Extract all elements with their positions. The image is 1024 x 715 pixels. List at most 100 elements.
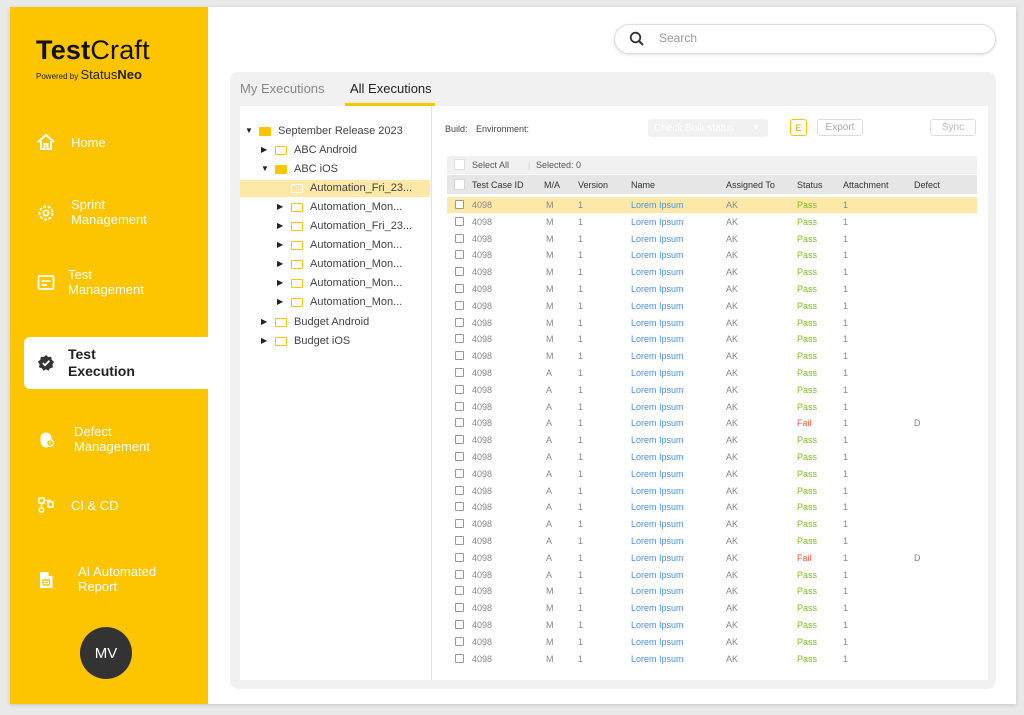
table-row[interactable]: 4098 A 1 Lorem Ipsum AK Pass 1: [447, 432, 977, 448]
cell-name-link[interactable]: Lorem Ipsum: [631, 486, 684, 496]
table-row[interactable]: 4098 A 1 Lorem Ipsum AK Fail 1 D: [447, 550, 977, 566]
row-checkbox[interactable]: [455, 284, 464, 293]
table-row[interactable]: 4098 A 1 Lorem Ipsum AK Pass 1: [447, 567, 977, 583]
tree-item[interactable]: ▶ Automation_Mon...: [240, 256, 430, 273]
table-row[interactable]: 4098 M 1 Lorem Ipsum AK Pass 1: [447, 634, 977, 650]
row-checkbox[interactable]: [455, 334, 464, 344]
cell-attachment[interactable]: 1: [843, 452, 848, 462]
cell-attachment[interactable]: 1: [843, 654, 848, 664]
sync-button[interactable]: Sync: [930, 119, 976, 136]
row-checkbox[interactable]: [455, 435, 464, 445]
cell-name-link[interactable]: Lorem Ipsum: [631, 318, 684, 328]
cell-name-link[interactable]: Lorem Ipsum: [631, 368, 684, 378]
cell-attachment[interactable]: 1: [843, 267, 848, 277]
row-checkbox[interactable]: [455, 300, 464, 310]
header-checkbox[interactable]: [454, 179, 465, 190]
tree-item[interactable]: ▶ Automation_Mon...: [240, 237, 430, 254]
cell-name-link[interactable]: Lorem Ipsum: [631, 519, 684, 529]
sidebar-item-test-execution[interactable]: Test Execution: [24, 337, 208, 389]
cell-name-link[interactable]: Lorem Ipsum: [631, 200, 684, 210]
cell-attachment[interactable]: 1: [843, 469, 848, 479]
table-row[interactable]: 4098 M 1 Lorem Ipsum AK Pass 1: [447, 583, 977, 599]
row-checkbox[interactable]: [455, 586, 464, 596]
cell-name-link[interactable]: Lorem Ipsum: [631, 603, 684, 613]
table-row[interactable]: 4098 M 1 Lorem Ipsum AK Pass 1: [447, 264, 977, 280]
caret-down-icon[interactable]: ▼: [245, 127, 253, 135]
table-row[interactable]: 4098 M 1 Lorem Ipsum AK Pass 1: [447, 617, 977, 633]
tree-item[interactable]: ▶ Automation_Mon...: [240, 294, 430, 311]
caret-right-icon[interactable]: ▶: [261, 337, 269, 345]
sidebar-item-home[interactable]: Home: [10, 132, 208, 152]
row-checkbox[interactable]: [455, 250, 464, 260]
tree-item-selected[interactable]: Automation_Fri_23...: [240, 180, 430, 197]
caret-right-icon[interactable]: ▶: [277, 279, 285, 287]
row-checkbox[interactable]: [455, 468, 464, 478]
table-row[interactable]: 4098 M 1 Lorem Ipsum AK Pass 1: [447, 214, 977, 230]
column-version[interactable]: Version: [578, 180, 608, 190]
caret-right-icon[interactable]: ▶: [277, 260, 285, 268]
cell-name-link[interactable]: Lorem Ipsum: [631, 418, 684, 428]
cell-name-link[interactable]: Lorem Ipsum: [631, 351, 684, 361]
table-row[interactable]: 4098 A 1 Lorem Ipsum AK Pass 1: [447, 449, 977, 465]
row-checkbox[interactable]: [455, 401, 464, 411]
table-row[interactable]: 4098 A 1 Lorem Ipsum AK Pass 1: [447, 382, 977, 398]
table-row[interactable]: 4098 M 1 Lorem Ipsum AK Pass 1: [447, 651, 977, 667]
tree-item[interactable]: ▶ Automation_Fri_23...: [240, 218, 430, 235]
cell-attachment[interactable]: 1: [843, 519, 848, 529]
cell-attachment[interactable]: 1: [843, 368, 848, 378]
cell-attachment[interactable]: 1: [843, 435, 848, 445]
cell-defect[interactable]: D: [914, 418, 921, 428]
tab-all-executions[interactable]: All Executions: [350, 81, 432, 96]
cell-attachment[interactable]: 1: [843, 402, 848, 412]
cell-name-link[interactable]: Lorem Ipsum: [631, 301, 684, 311]
tree-item[interactable]: ▼ ABC iOS: [240, 161, 430, 178]
cell-attachment[interactable]: 1: [843, 586, 848, 596]
table-row[interactable]: 4098 A 1 Lorem Ipsum AK Pass 1: [447, 365, 977, 381]
cell-name-link[interactable]: Lorem Ipsum: [631, 217, 684, 227]
cell-name-link[interactable]: Lorem Ipsum: [631, 334, 684, 344]
cell-name-link[interactable]: Lorem Ipsum: [631, 402, 684, 412]
sidebar-item-ai-automated-report[interactable]: AI Automated Report: [10, 564, 208, 596]
table-row[interactable]: 4098 M 1 Lorem Ipsum AK Pass 1: [447, 231, 977, 247]
cell-name-link[interactable]: Lorem Ipsum: [631, 536, 684, 546]
cell-attachment[interactable]: 1: [843, 553, 848, 563]
cell-name-link[interactable]: Lorem Ipsum: [631, 267, 684, 277]
cell-attachment[interactable]: 1: [843, 502, 848, 512]
column-test-case-id[interactable]: Test Case ID: [472, 180, 524, 190]
row-checkbox[interactable]: [455, 636, 464, 646]
row-checkbox[interactable]: [455, 233, 464, 243]
cell-name-link[interactable]: Lorem Ipsum: [631, 502, 684, 512]
cell-name-link[interactable]: Lorem Ipsum: [631, 250, 684, 260]
table-row[interactable]: 4098 M 1 Lorem Ipsum AK Pass 1: [447, 281, 977, 297]
cell-attachment[interactable]: 1: [843, 351, 848, 361]
cell-name-link[interactable]: Lorem Ipsum: [631, 469, 684, 479]
search-input[interactable]: [659, 31, 959, 45]
cell-name-link[interactable]: Lorem Ipsum: [631, 284, 684, 294]
table-row[interactable]: 4098 M 1 Lorem Ipsum AK Pass 1: [447, 247, 977, 263]
row-checkbox[interactable]: [455, 384, 464, 394]
cell-attachment[interactable]: 1: [843, 385, 848, 395]
table-row[interactable]: 4098 A 1 Lorem Ipsum AK Pass 1: [447, 533, 977, 549]
cell-attachment[interactable]: 1: [843, 284, 848, 294]
caret-right-icon[interactable]: ▶: [277, 203, 285, 211]
row-checkbox[interactable]: [455, 552, 464, 562]
table-row[interactable]: 4098 A 1 Lorem Ipsum AK Fail 1 D: [447, 415, 977, 431]
table-row[interactable]: 4098 A 1 Lorem Ipsum AK Pass 1: [447, 399, 977, 415]
column-status[interactable]: Status: [797, 180, 823, 190]
table-row[interactable]: 4098 M 1 Lorem Ipsum AK Pass 1: [447, 331, 977, 347]
cell-attachment[interactable]: 1: [843, 637, 848, 647]
table-row[interactable]: 4098 M 1 Lorem Ipsum AK Pass 1: [447, 600, 977, 616]
table-row[interactable]: 4098 M 1 Lorem Ipsum AK Pass 1: [447, 348, 977, 364]
row-checkbox[interactable]: [455, 502, 464, 512]
cell-name-link[interactable]: Lorem Ipsum: [631, 553, 684, 563]
cell-defect[interactable]: D: [914, 553, 921, 563]
avatar[interactable]: MV: [80, 627, 132, 679]
caret-right-icon[interactable]: ▶: [277, 241, 285, 249]
caret-right-icon[interactable]: ▶: [277, 222, 285, 230]
sidebar-item-sprint-management[interactable]: Sprint Management: [10, 197, 208, 229]
caret-down-icon[interactable]: ▼: [261, 165, 269, 173]
cell-name-link[interactable]: Lorem Ipsum: [631, 435, 684, 445]
row-checkbox[interactable]: [455, 200, 464, 209]
tree-item-root[interactable]: ▼ September Release 2023: [240, 123, 430, 140]
cell-attachment[interactable]: 1: [843, 318, 848, 328]
